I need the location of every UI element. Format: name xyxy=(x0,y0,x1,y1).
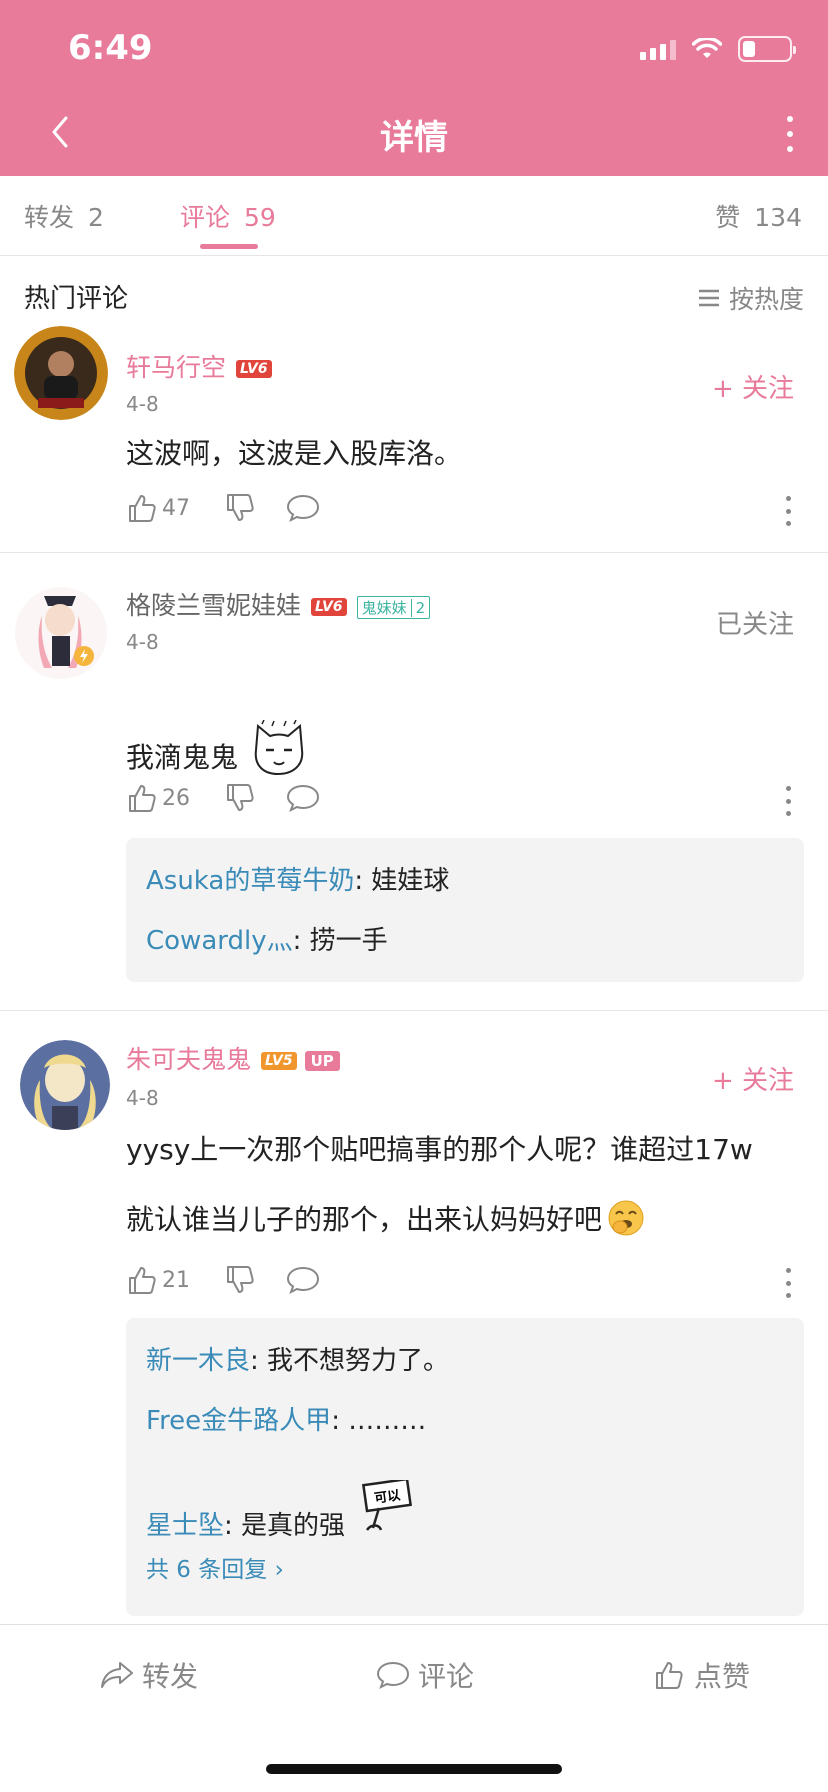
level-badge: LV6 xyxy=(236,360,272,378)
comment-actions: 21 xyxy=(126,1262,320,1298)
reply-button[interactable] xyxy=(286,783,320,813)
comment-item: 轩马行空 LV6 4-8 + 关注 这波啊，这波是入股库洛。 47 xyxy=(0,326,828,552)
bottom-action-bar: 转发 评论 点赞 xyxy=(0,1624,828,1744)
reply-preview-box[interactable]: Asuka的草莓牛奶: 娃娃球 Cowardly灬: 捞一手 xyxy=(126,838,804,982)
more-menu-icon[interactable] xyxy=(780,116,800,152)
page-title: 详情 xyxy=(380,118,448,158)
comment-actions: 26 xyxy=(126,780,320,816)
comment-date: 4-8 xyxy=(126,1086,159,1110)
comment-more-icon[interactable] xyxy=(784,1268,792,1298)
follow-button[interactable]: + 关注 xyxy=(712,1060,794,1097)
comment-date: 4-8 xyxy=(126,630,159,654)
thumbs-up-icon xyxy=(656,1662,683,1689)
home-indicator[interactable] xyxy=(266,1764,562,1774)
thumbs-down-icon xyxy=(227,784,254,811)
cat-sticker xyxy=(254,720,304,776)
comment-more-icon[interactable] xyxy=(784,786,792,816)
level-badge: LV5 xyxy=(261,1052,297,1070)
battery-icon xyxy=(738,36,796,62)
status-time: 6:49 xyxy=(68,28,153,68)
comment-item: 朱可夫鬼鬼 LV5 UP 4-8 + 关注 yysy上一次那个贴吧搞事的那个人呢？谁… xyxy=(0,1040,828,1624)
section-header: 热门评论 按热度 xyxy=(24,278,804,314)
comment-date: 4-8 xyxy=(126,392,159,416)
reply-item[interactable]: Cowardly灬: 捞一手 xyxy=(146,920,388,957)
like-button[interactable]: 47 xyxy=(126,492,190,524)
comment-text-line2: 就认谁当儿子的那个，出来认妈妈好吧 xyxy=(126,1198,644,1238)
comment-username[interactable]: 朱可夫鬼鬼 LV5 UP xyxy=(126,1040,340,1076)
dislike-button[interactable] xyxy=(224,1264,256,1296)
speech-bubble-icon xyxy=(376,1661,410,1690)
comment-item: 格陵兰雪妮娃娃 LV6 鬼妹妹 2 4-8 已关注 我滴鬼鬼 26 Asuka的草莓牛… xyxy=(0,586,828,1006)
repost-button[interactable]: 转发 xyxy=(100,1655,198,1695)
up-badge: UP xyxy=(304,1051,340,1071)
like-button[interactable]: 26 xyxy=(126,782,190,814)
thumbs-up-icon xyxy=(129,495,156,522)
thumbs-down-icon xyxy=(227,1266,254,1293)
like-post-button[interactable]: 点赞 xyxy=(652,1655,750,1695)
divider xyxy=(0,1010,828,1011)
avatar[interactable] xyxy=(20,1040,110,1130)
following-button[interactable]: 已关注 xyxy=(716,604,794,641)
like-button[interactable]: 21 xyxy=(126,1264,190,1296)
comment-text-line1: yysy上一次那个贴吧搞事的那个人呢？谁超过17w xyxy=(126,1133,753,1166)
speech-bubble-icon xyxy=(286,784,320,813)
reply-item[interactable]: Asuka的草莓牛奶: 娃娃球 xyxy=(146,860,449,897)
reply-button[interactable] xyxy=(286,1265,320,1295)
reply-button[interactable] xyxy=(286,493,320,523)
thumbs-up-icon xyxy=(129,1267,156,1294)
tab-likes[interactable]: 赞 134 xyxy=(715,198,802,234)
avatar[interactable] xyxy=(14,586,108,680)
level-badge: LV6 xyxy=(311,598,347,616)
comment-text: 这波啊，这波是入股库洛。 xyxy=(126,437,463,470)
tab-comments[interactable]: 评论 59 xyxy=(180,198,276,234)
follow-button[interactable]: + 关注 xyxy=(712,368,794,405)
sort-button[interactable]: 按热度 xyxy=(697,280,804,316)
comment-actions: 47 xyxy=(126,490,320,526)
app-header: 6:49 详情 xyxy=(0,0,828,176)
comment-username[interactable]: 格陵兰雪妮娃娃 LV6 鬼妹妹 2 xyxy=(126,586,431,622)
active-tab-indicator xyxy=(200,244,258,249)
fan-badge: 鬼妹妹 2 xyxy=(356,595,431,619)
dislike-button[interactable] xyxy=(224,492,256,524)
speech-bubble-icon xyxy=(286,494,320,523)
sign-sticker: 可以 xyxy=(362,1480,413,1531)
tab-repost[interactable]: 转发 2 xyxy=(24,198,104,234)
dislike-button[interactable] xyxy=(224,782,256,814)
reply-item[interactable]: 星士坠: 是真的强 可以 xyxy=(146,1480,413,1542)
tab-bar: 转发 2 评论 59 赞 134 xyxy=(0,176,828,256)
reply-preview-box[interactable]: 新一木良: 我不想努力了。 Free金牛路人甲: ……… 星士坠: 是真的强 可… xyxy=(126,1318,804,1616)
speech-bubble-icon xyxy=(286,1266,320,1295)
divider xyxy=(0,552,828,553)
status-icons xyxy=(640,36,796,62)
thumbs-down-icon xyxy=(227,494,254,521)
comment-text: 我滴鬼鬼 xyxy=(126,720,308,776)
wifi-icon xyxy=(692,38,722,58)
avatar[interactable] xyxy=(14,326,108,420)
reply-item[interactable]: 新一木良: 我不想努力了。 xyxy=(146,1340,449,1377)
reply-item[interactable]: Free金牛路人甲: ……… xyxy=(146,1400,426,1437)
comment-more-icon[interactable] xyxy=(784,496,792,526)
section-title: 热门评论 xyxy=(24,284,129,314)
giggle-emoji xyxy=(608,1200,644,1236)
comment-username[interactable]: 轩马行空 LV6 xyxy=(126,348,272,384)
signal-icon xyxy=(640,38,676,60)
share-arrow-icon xyxy=(101,1662,133,1688)
comment-button[interactable]: 评论 xyxy=(376,1655,474,1695)
thumbs-up-icon xyxy=(129,785,156,812)
more-replies-link[interactable]: 共 6 条回复 › xyxy=(146,1550,284,1584)
list-icon xyxy=(698,289,719,307)
